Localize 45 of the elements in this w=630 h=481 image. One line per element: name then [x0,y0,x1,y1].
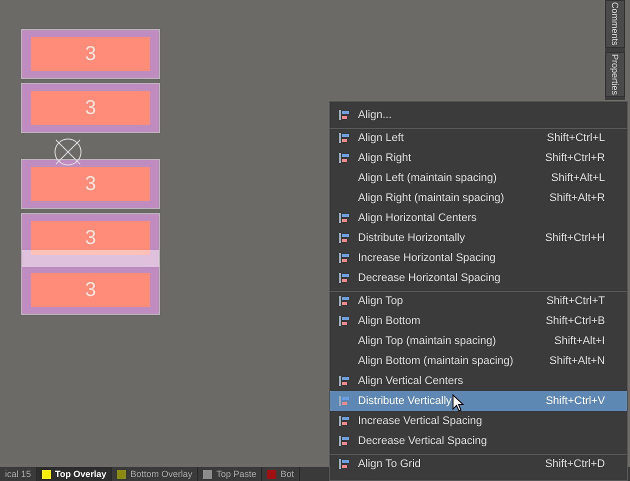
pad: 3 [31,167,150,201]
align-icon [338,396,350,406]
menu-item[interactable]: Align Bottom Shift+Ctrl+B [330,311,627,331]
pad: 3 [31,37,150,71]
align-icon [338,296,350,306]
layer-tab[interactable]: Top Overlay [37,467,112,481]
menu-item[interactable]: Increase Vertical Spacing [330,411,627,431]
menu-item[interactable]: Increase Horizontal Spacing [330,248,627,268]
menu-item[interactable]: Align To Grid Shift+Ctrl+D [330,454,627,474]
align-icon [338,110,350,120]
pad: 3 [31,221,150,255]
layer-tab[interactable]: Bot [262,467,300,481]
menu-item[interactable]: Align Vertical Centers [330,371,627,391]
menu-item[interactable]: Decrease Vertical Spacing [330,431,627,451]
align-icon [338,436,350,446]
pad: 3 [31,273,150,307]
align-icon [338,273,350,283]
menu-item[interactable]: Distribute Horizontally Shift+Ctrl+H [330,228,627,248]
menu-item[interactable]: Align Right Shift+Ctrl+R [330,148,627,168]
align-icon [338,416,350,426]
align-icon [338,253,350,263]
menu-item[interactable]: Align Top Shift+Ctrl+T [330,291,627,311]
panel-tab[interactable]: Comments [605,0,625,48]
align-icon [338,133,350,143]
menu-item[interactable]: Align Bottom (maintain spacing) Shift+Alt+N [330,351,627,371]
menu-item[interactable]: Distribute Vertically Shift+Ctrl+V [330,391,627,411]
menu-item[interactable]: Align Horizontal Centers [330,208,627,228]
align-icon [338,233,350,243]
menu-item[interactable]: Align Left Shift+Ctrl+L [330,128,627,148]
menu-item[interactable]: Align Right (maintain spacing) Shift+Alt+R [330,188,627,208]
layer-tab[interactable]: Top Paste [198,467,262,481]
panel-tab[interactable]: Properties [605,52,625,97]
align-icon [338,316,350,326]
mouse-pointer-icon [452,394,464,412]
menu-item[interactable]: Align Top (maintain spacing) Shift+Alt+I [330,331,627,351]
pad: 3 [31,91,150,125]
menu-item[interactable]: Decrease Horizontal Spacing [330,268,627,288]
align-icon [338,213,350,223]
align-icon [338,153,350,163]
menu-item[interactable]: Align... [330,105,627,125]
align-icon [338,459,350,469]
menu-item[interactable]: Align Left (maintain spacing) Shift+Alt+L [330,168,627,188]
origin-marker-icon [53,137,83,167]
layer-tab[interactable]: Bottom Overlay [112,467,198,481]
align-icon [338,376,350,386]
